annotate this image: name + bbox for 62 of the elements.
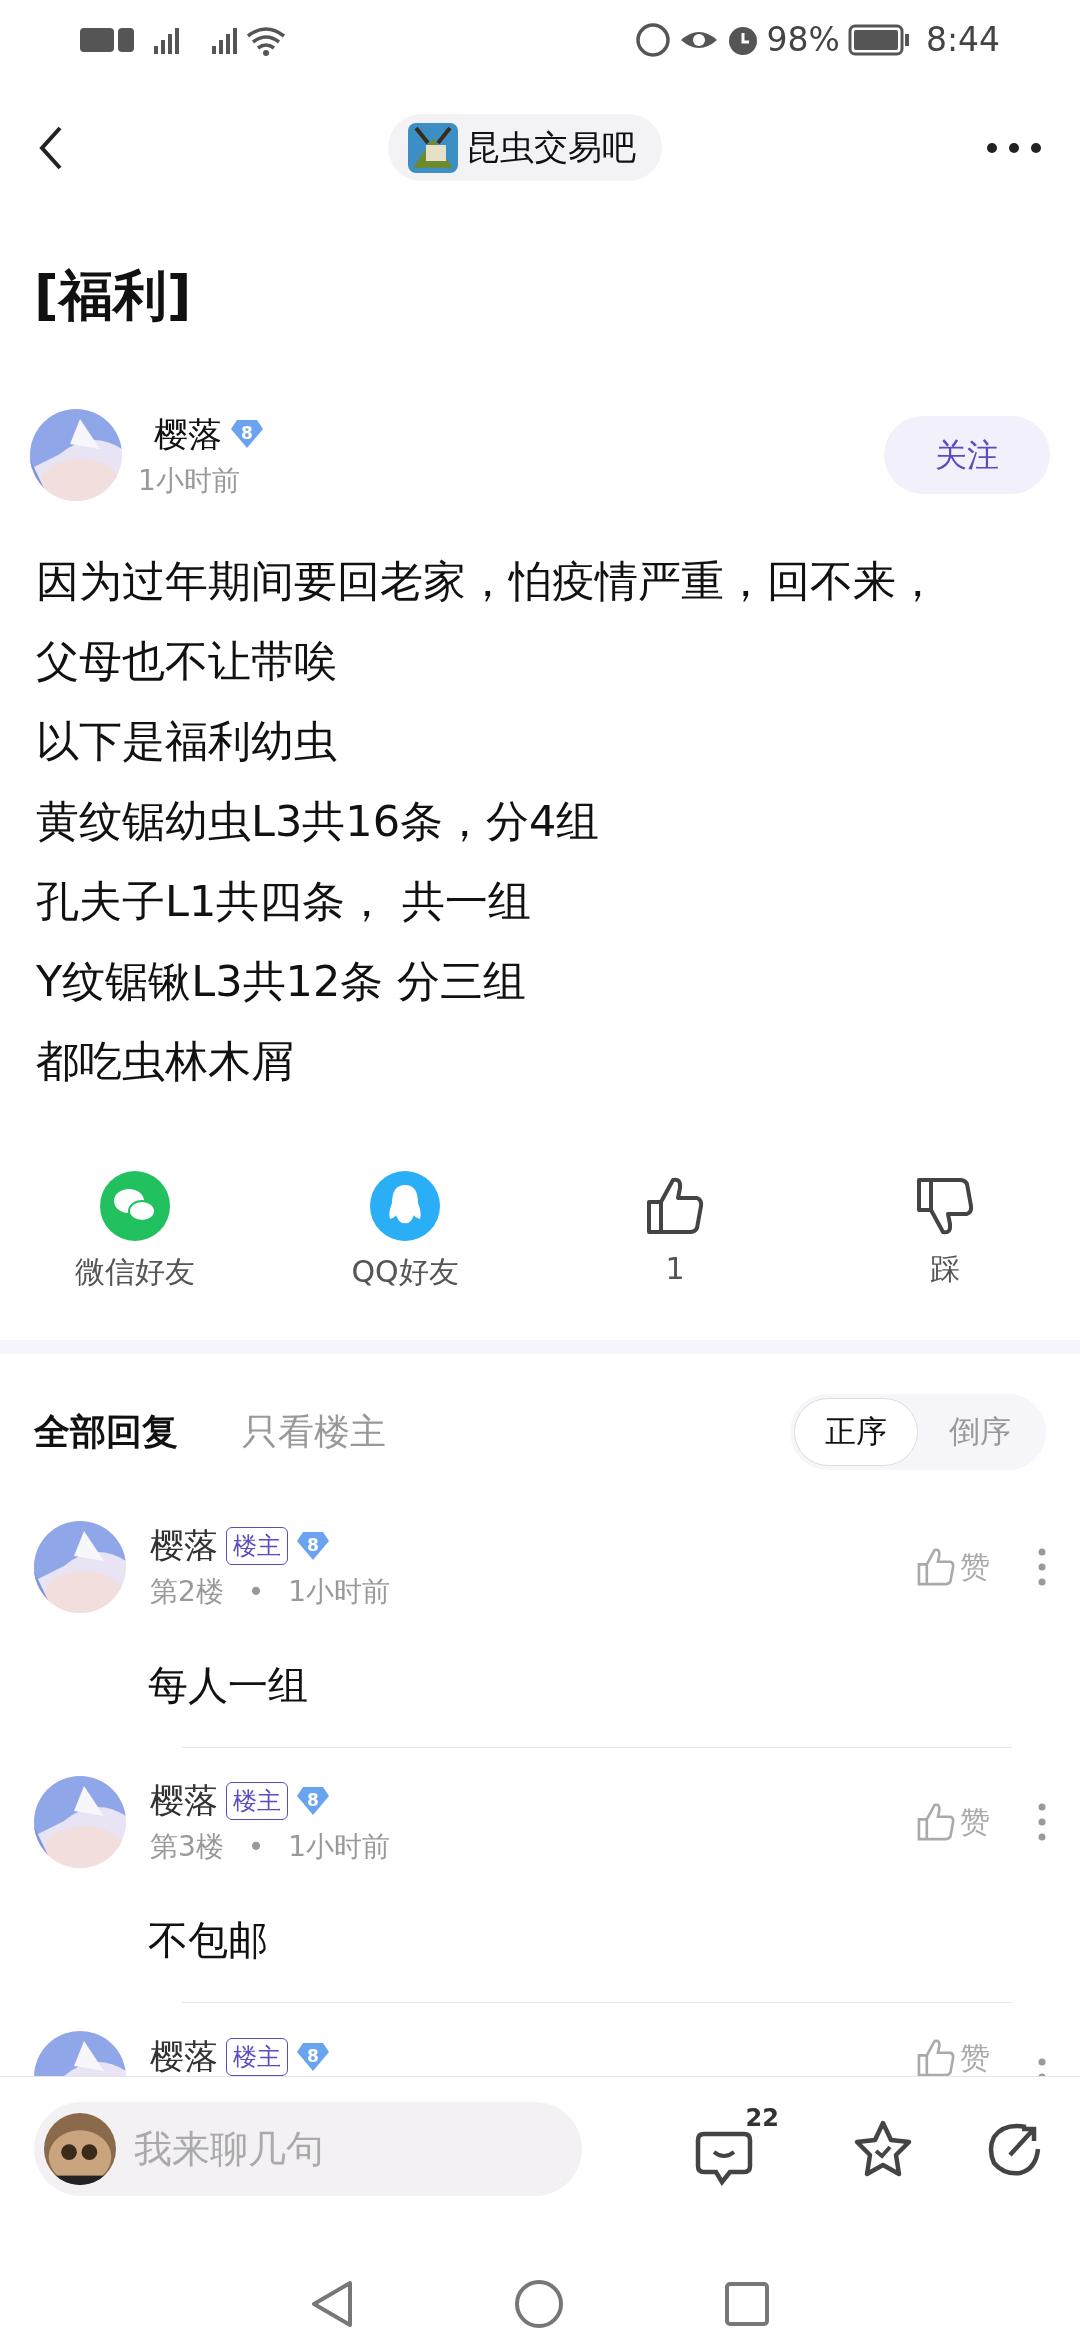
separator-dot: •	[247, 1829, 265, 1865]
reply-tab[interactable]: 全部回复	[34, 1404, 178, 1459]
floor-number: 第3楼	[150, 1829, 224, 1865]
clock-time: 8:44	[925, 19, 1000, 62]
square-icon	[724, 2280, 770, 2327]
comment-input[interactable]: 我来聊几句	[132, 2119, 532, 2179]
circle-icon	[514, 2278, 564, 2329]
nav-back-button[interactable]	[310, 2278, 354, 2329]
dislike-button[interactable]: 踩	[930, 1246, 960, 1291]
favorite-button[interactable]	[852, 2119, 914, 2179]
post-text: 父母也不让带唉	[36, 636, 337, 686]
reply-author: 樱落	[150, 1524, 218, 1567]
level-badge: 8	[296, 1785, 330, 1816]
more-icon	[986, 142, 1042, 154]
reply-author: 樱落	[150, 2035, 218, 2076]
more-icon[interactable]	[1038, 1547, 1046, 1586]
post-text: 以下是福利幼虫	[36, 716, 337, 766]
level-badge: 8	[296, 1530, 330, 1561]
share-button[interactable]: QQ好友	[351, 1249, 459, 1294]
owner-tag: 楼主	[226, 1526, 288, 1565]
share-button[interactable]: 微信好友	[75, 1249, 195, 1294]
post-text: 都吃虫林木屑	[36, 1036, 294, 1086]
triangle-icon	[310, 2278, 354, 2329]
thumbs-up-icon	[916, 2036, 956, 2076]
follow-button[interactable]: 关注	[884, 416, 1050, 494]
post-time: 1小时前	[138, 462, 240, 499]
chat-bubbles-icon	[100, 1171, 170, 1241]
share-button[interactable]	[986, 2121, 1042, 2177]
thumbs-up-icon	[916, 1800, 956, 1843]
forum-chip[interactable]: 昆虫交易吧	[388, 114, 662, 181]
reply-text: 每人一组	[148, 1662, 308, 1708]
post-text: 因为过年期间要回老家，怕疫情严重，回不来，	[36, 556, 939, 606]
like-button[interactable]: 1	[665, 1246, 685, 1291]
star-icon	[852, 2119, 914, 2179]
owner-tag: 楼主	[226, 2037, 288, 2076]
sort-option[interactable]: 正序	[794, 1397, 918, 1466]
reply-author: 樱落	[150, 1779, 218, 1822]
post-text: 孔夫子L1共四条， 共一组	[36, 876, 531, 926]
floor-number: 第2楼	[150, 1574, 224, 1610]
data-saver-icon	[634, 22, 671, 58]
owner-tag: 楼主	[226, 1781, 288, 1820]
level-badge: 8	[230, 419, 264, 449]
nav-recents-button[interactable]	[724, 2280, 770, 2327]
battery-percent: 98%	[766, 19, 840, 62]
post-title: [福利]	[34, 264, 192, 327]
reply-time: 1小时前	[288, 1574, 391, 1610]
separator-dot: •	[247, 1574, 265, 1610]
share-arrow-icon	[986, 2121, 1042, 2177]
level-badge: 8	[296, 2041, 330, 2072]
author-name: 樱落	[154, 412, 222, 456]
more-icon[interactable]	[1038, 1802, 1046, 1841]
post-text: 黄纹锯幼虫L3共16条，分4组	[36, 796, 600, 846]
post-text: Y纹锯锹L3共12条 分三组	[36, 956, 526, 1006]
comments-button[interactable]: 22	[694, 2110, 780, 2188]
reply-time: 1小时前	[288, 1829, 391, 1865]
comment-field[interactable]: 我来聊几句	[34, 2102, 582, 2196]
battery-icon	[847, 24, 910, 56]
alarm-icon	[726, 24, 759, 56]
nav-home-button[interactable]	[514, 2278, 564, 2329]
thumbs-up-icon	[916, 1545, 956, 1588]
reply-text: 不包邮	[148, 1917, 268, 1963]
penguin-icon	[370, 1171, 440, 1241]
